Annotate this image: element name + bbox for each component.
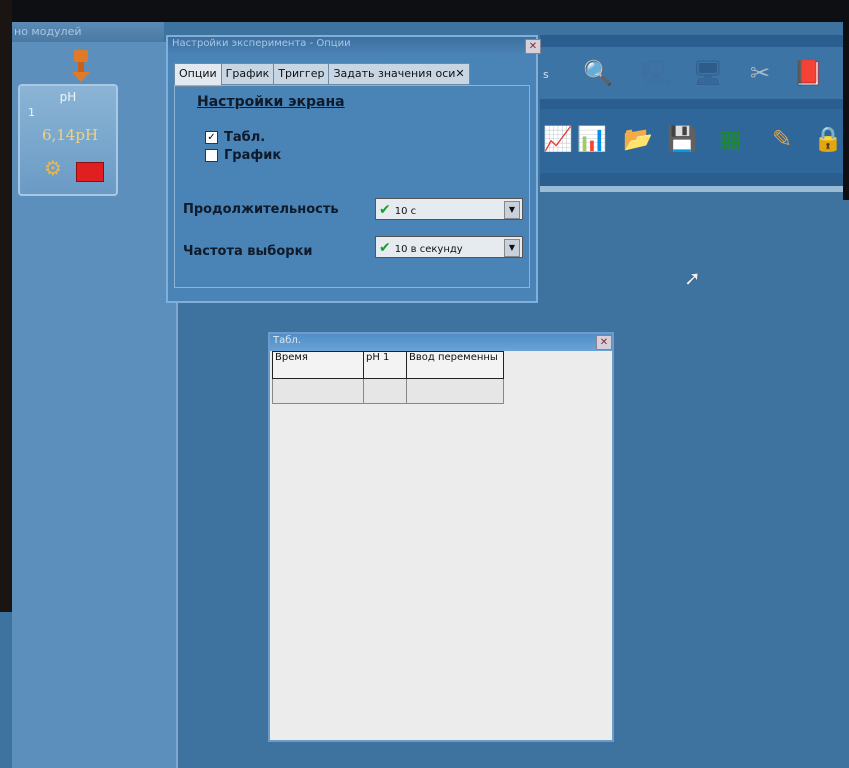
- toolbar: 🔍 🖳 🖥 ✂ 📕 📈 📊 📂 💾 ▦ ✎ 🔒: [540, 35, 843, 190]
- photo-border-right: [843, 0, 849, 200]
- chevron-down-icon[interactable]: ▼: [504, 201, 520, 219]
- table-option-label: Табл.: [224, 130, 266, 145]
- tools-icon[interactable]: ✂: [742, 55, 778, 91]
- network-computer-icon[interactable]: 🖳: [638, 55, 674, 91]
- tab-graph[interactable]: График: [220, 63, 275, 85]
- photo-border-left: [0, 0, 12, 612]
- toolbar-row-top: 🔍 🖳 🖥 ✂ 📕: [540, 47, 843, 99]
- modules-panel-title: но модулей: [12, 22, 164, 42]
- open-folder-icon[interactable]: 📂: [620, 121, 656, 157]
- sensor-status-indicator[interactable]: [76, 162, 104, 182]
- chevron-down-icon[interactable]: ▼: [504, 239, 520, 257]
- tab-axis-values-label: Задать значения оси: [333, 67, 456, 80]
- table-cell[interactable]: [272, 378, 364, 404]
- mouse-cursor-icon: ➚: [684, 266, 701, 290]
- options-tabs: Опции График Триггер Задать значения оси…: [174, 63, 470, 87]
- table-option-row[interactable]: ✓ Табл.: [205, 130, 265, 145]
- column-header-time[interactable]: Время: [272, 351, 364, 379]
- chart-eraser-icon[interactable]: ✎: [764, 121, 800, 157]
- sensor-reading: 6,14pH: [41, 126, 99, 144]
- tab-options[interactable]: Опции: [174, 63, 222, 87]
- sensor-channel: 1: [28, 106, 35, 119]
- save-chart-icon[interactable]: 💾: [664, 121, 700, 157]
- data-table: Время pH 1 Ввод переменны: [272, 351, 504, 404]
- options-dialog-titlebar[interactable]: Настройки эксперимента - Опции ✕: [168, 37, 541, 55]
- options-tab-body: Настройки экрана ✓ Табл. График Продолжи…: [174, 85, 530, 288]
- monitor-network-icon[interactable]: 🖥: [690, 55, 726, 91]
- lock-icon[interactable]: 🔒: [810, 121, 846, 157]
- modules-panel: pH 1 6,14pH ⚙: [12, 42, 178, 768]
- column-header-input-variable[interactable]: Ввод переменны: [406, 351, 504, 379]
- valid-check-icon: ✔: [379, 202, 391, 218]
- gear-icon[interactable]: ⚙: [44, 158, 62, 178]
- excel-export-icon[interactable]: ▦: [712, 121, 748, 157]
- chart-icon[interactable]: 📈: [540, 121, 576, 157]
- sensor-connector-icon: [74, 50, 88, 62]
- table-window: Табл. ✕ Время pH 1 Ввод переменны: [268, 332, 614, 742]
- sample-rate-label: Частота выборки: [183, 244, 313, 259]
- duration-select[interactable]: ✔ 10 с ▼: [375, 198, 523, 220]
- table-header-row: Время pH 1 Ввод переменны: [272, 351, 504, 379]
- column-header-ph[interactable]: pH 1: [363, 351, 407, 379]
- toolbar-row-bottom: 📈 📊 📂 💾 ▦ ✎ 🔒: [540, 109, 843, 173]
- tab-trigger[interactable]: Триггер: [273, 63, 330, 85]
- sensor-connector-arrow: [72, 72, 90, 82]
- graph-option-checkbox[interactable]: [205, 149, 218, 162]
- sample-rate-value: 10 в секунду: [394, 244, 463, 255]
- table-row: [272, 378, 504, 404]
- options-dialog: Настройки эксперимента - Опции ✕ Опции Г…: [166, 35, 541, 303]
- toolbar-partial-label: s: [543, 68, 549, 81]
- tab-axis-values[interactable]: Задать значения оси✕: [328, 63, 470, 85]
- chart-marker-icon[interactable]: 📊: [574, 121, 610, 157]
- graph-option-label: График: [224, 148, 282, 163]
- table-cell[interactable]: [363, 378, 407, 404]
- screen-settings-heading: Настройки экрана: [197, 94, 345, 110]
- table-option-checkbox[interactable]: ✓: [205, 131, 218, 144]
- sample-rate-select[interactable]: ✔ 10 в секунду ▼: [375, 236, 523, 258]
- sensor-connector-stem: [78, 62, 84, 72]
- tab-close-icon[interactable]: ✕: [455, 67, 464, 80]
- sensor-search-icon[interactable]: 🔍: [580, 55, 616, 91]
- graph-option-row[interactable]: График: [205, 148, 281, 163]
- book-icon[interactable]: 📕: [790, 55, 826, 91]
- sensor-name: pH: [59, 90, 77, 104]
- duration-label: Продолжительность: [183, 202, 339, 217]
- close-icon[interactable]: ✕: [525, 39, 541, 54]
- table-cell[interactable]: [406, 378, 504, 404]
- ph-sensor-card[interactable]: pH 1 6,14pH ⚙: [18, 84, 118, 196]
- table-window-title: Табл.: [273, 335, 301, 346]
- toolbar-divider: [540, 186, 843, 192]
- close-icon[interactable]: ✕: [596, 335, 612, 350]
- options-dialog-title: Настройки эксперимента - Опции: [172, 38, 351, 49]
- photo-border-top: [0, 0, 849, 22]
- valid-check-icon: ✔: [379, 240, 391, 256]
- table-window-titlebar[interactable]: Табл. ✕: [270, 334, 612, 351]
- duration-value: 10 с: [394, 206, 417, 217]
